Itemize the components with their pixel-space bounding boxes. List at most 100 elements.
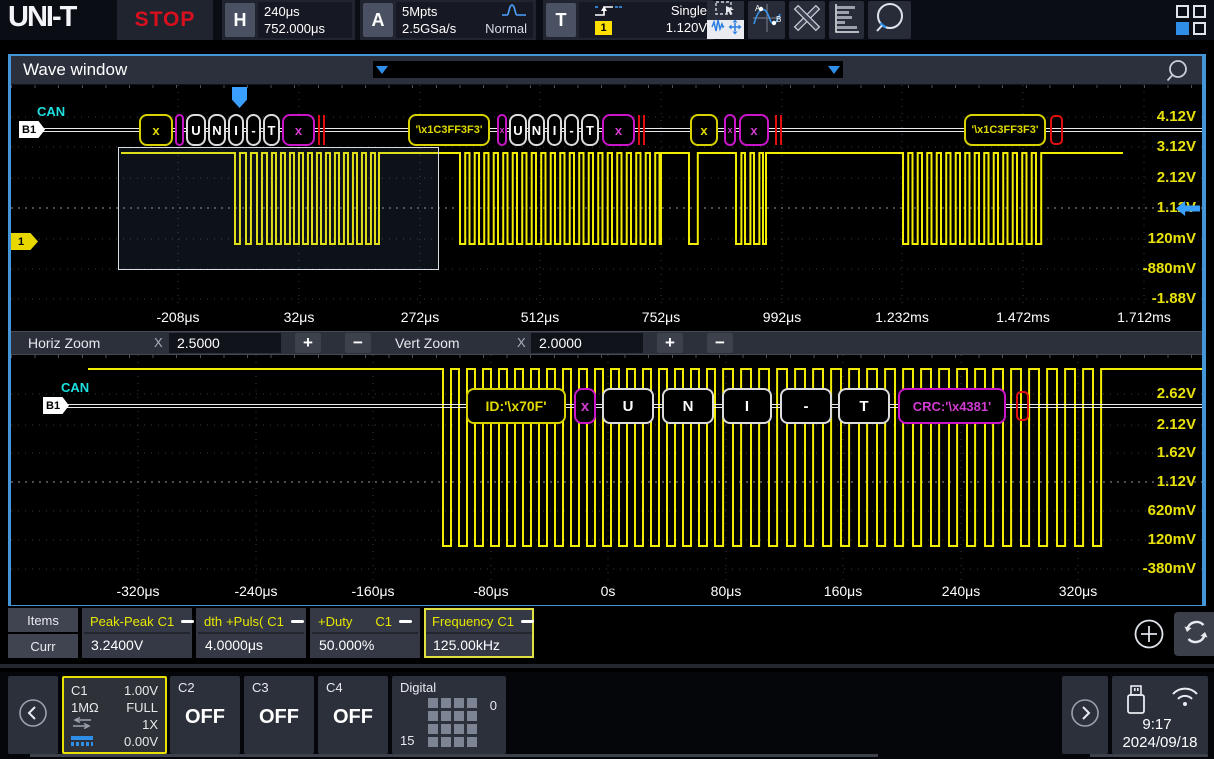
horiz-zoom-increase-button[interactable]: + [295,333,321,353]
decode-frame: x [139,114,173,146]
waveform-move-tool-button[interactable] [707,20,744,39]
time-scale-label: 752μs [642,309,680,325]
wave-window-titlebar[interactable]: Wave window [11,56,1202,85]
vert-zoom-mult: X [517,333,526,353]
decode-frame: x [497,114,507,146]
digital-channel-indicator [428,698,438,708]
dropdown-arrow-icon [828,66,840,74]
measurement-cell[interactable]: Peak-PeakC13.2400V [82,608,192,658]
decode-frame: x [724,114,736,146]
clock-date: 2024/09/18 [1112,734,1208,751]
trace-dash-icon [181,620,194,623]
measurement-cell[interactable]: +DutyC150.000% [310,608,420,658]
time-scale-label: 32μs [284,309,315,325]
channel3-state: OFF [244,706,314,729]
vert-zoom-increase-button[interactable]: + [657,333,683,353]
time-scale-label: 0s [601,583,616,599]
trigger-mode-value: Single [666,2,707,19]
digital-channels-card[interactable]: Digital 0 15 [392,676,506,754]
digital-channel-grid [428,698,477,747]
horizontal-label: H [225,3,255,37]
time-scale-label: 240μs [942,583,980,599]
channel-bar-right-button[interactable] [1062,676,1108,754]
time-scale-label: -208μs [156,309,199,325]
timebase-value: 240μs [264,3,300,20]
decode-frame: - [246,114,261,146]
measure-ruler-button[interactable] [789,1,825,39]
zoom-region-box[interactable] [118,147,439,270]
digital-channel-indicator [454,737,464,747]
decode-frame: - [564,114,579,146]
trace-dash-icon [521,620,534,623]
channel4-card[interactable]: C4 OFF [318,676,388,754]
digital-channel-indicator [454,711,464,721]
horiz-zoom-input[interactable]: 2.5000 [169,333,281,353]
cursor-ab-icon: AB [751,2,783,39]
channel-bar-left-button[interactable] [8,676,58,754]
zoom-toolbar: Horiz Zoom X 2.5000 + − Vert Zoom X 2.00… [11,331,1202,355]
channel4-state: OFF [318,706,388,729]
layout-square-icon [1193,5,1206,18]
wave-window: Wave window 1 4.12V3.12V2.12V1.12V120mV-… [8,54,1206,606]
search-button[interactable] [868,1,911,39]
separator [1090,754,1208,757]
voltage-scale-label: 2.12V [1106,169,1196,186]
main-waveform-plot[interactable]: 1 4.12V3.12V2.12V1.12V120mV-880mV-1.88V-… [11,85,1202,331]
measure-items-header[interactable]: Items [8,608,78,632]
digital-channel-indicator [467,698,477,708]
horizontal-ticks [11,355,1202,358]
decode-frame [775,115,782,145]
channel1-card[interactable]: C1 1.00V 1MΩ FULL 1X 0.00V [62,676,167,754]
clock-time: 9:17 [1112,716,1202,733]
separator [30,754,878,757]
refresh-measurements-button[interactable] [1174,612,1214,656]
digital-channel-indicator [428,724,438,734]
tool-select-move-group [707,1,744,39]
bus-type-label: CAN [61,380,89,395]
horizontal-settings-button[interactable]: H 240μs 752.000μs [222,0,355,40]
digital-channel-indicator [428,737,438,747]
acquire-values: 5Mpts 2.5GSa/s Normal [396,2,533,38]
measurement-bar: Items Curr Peak-PeakC13.2400Vdth+Puls(C1… [8,608,1206,660]
run-state-button[interactable]: STOP [117,0,213,40]
voltage-scale-label: 4.12V [1106,108,1196,125]
layout-square-icon [1176,5,1189,18]
zoom-waveform-plot[interactable]: 2.62V2.12V1.62V1.12V620mV120mV-380mV-320… [11,355,1202,605]
vert-zoom-input[interactable]: 2.0000 [531,333,643,353]
decode-frame: x [602,114,635,146]
decode-frame: U [602,388,654,424]
decode-frame: U [186,114,206,146]
decode-frame: x [282,114,315,146]
measure-row-label[interactable]: Curr [8,634,78,658]
measurement-cell[interactable]: dth+Puls(C14.0000μs [196,608,306,658]
time-scale-label: 992μs [763,309,801,325]
cursor-ab-button[interactable]: AB [748,1,785,39]
brand-logo: UNI-T [8,1,75,34]
channel1-scale: 1.00V [124,683,158,698]
layout-square-icon [1193,22,1206,35]
voltage-scale-label: 1.62V [1106,444,1196,461]
channel1-name: C1 [71,683,88,698]
decode-frame: I [547,114,562,146]
channel3-card[interactable]: C3 OFF [244,676,314,754]
measurement-cell[interactable]: FrequencyC1125.00kHz [424,608,534,658]
trigger-settings-button[interactable]: T 1 Single 1.120V [543,0,713,40]
trigger-label: T [546,3,576,37]
acquire-settings-button[interactable]: A 5Mpts 2.5GSa/s Normal [360,0,536,40]
decode-frame: N [528,114,545,146]
decode-frame: N [662,388,714,424]
histogram-button[interactable] [829,1,864,39]
add-measurement-button[interactable] [1132,617,1166,656]
decode-frame: U [509,114,527,146]
status-card[interactable]: 9:17 2024/09/18 [1112,676,1208,754]
channel2-card[interactable]: C2 OFF [170,676,240,754]
voltage-scale-label: 3.12V [1106,138,1196,155]
wave-source-dropdown[interactable] [373,61,843,78]
window-layout-button[interactable] [1176,5,1206,35]
decode-frame: x [739,114,769,146]
decode-frame: T [838,388,890,424]
horiz-zoom-decrease-button[interactable]: − [345,333,371,353]
chevron-left-icon [17,697,49,734]
digital-channel-indicator [441,737,451,747]
vert-zoom-decrease-button[interactable]: − [707,333,733,353]
